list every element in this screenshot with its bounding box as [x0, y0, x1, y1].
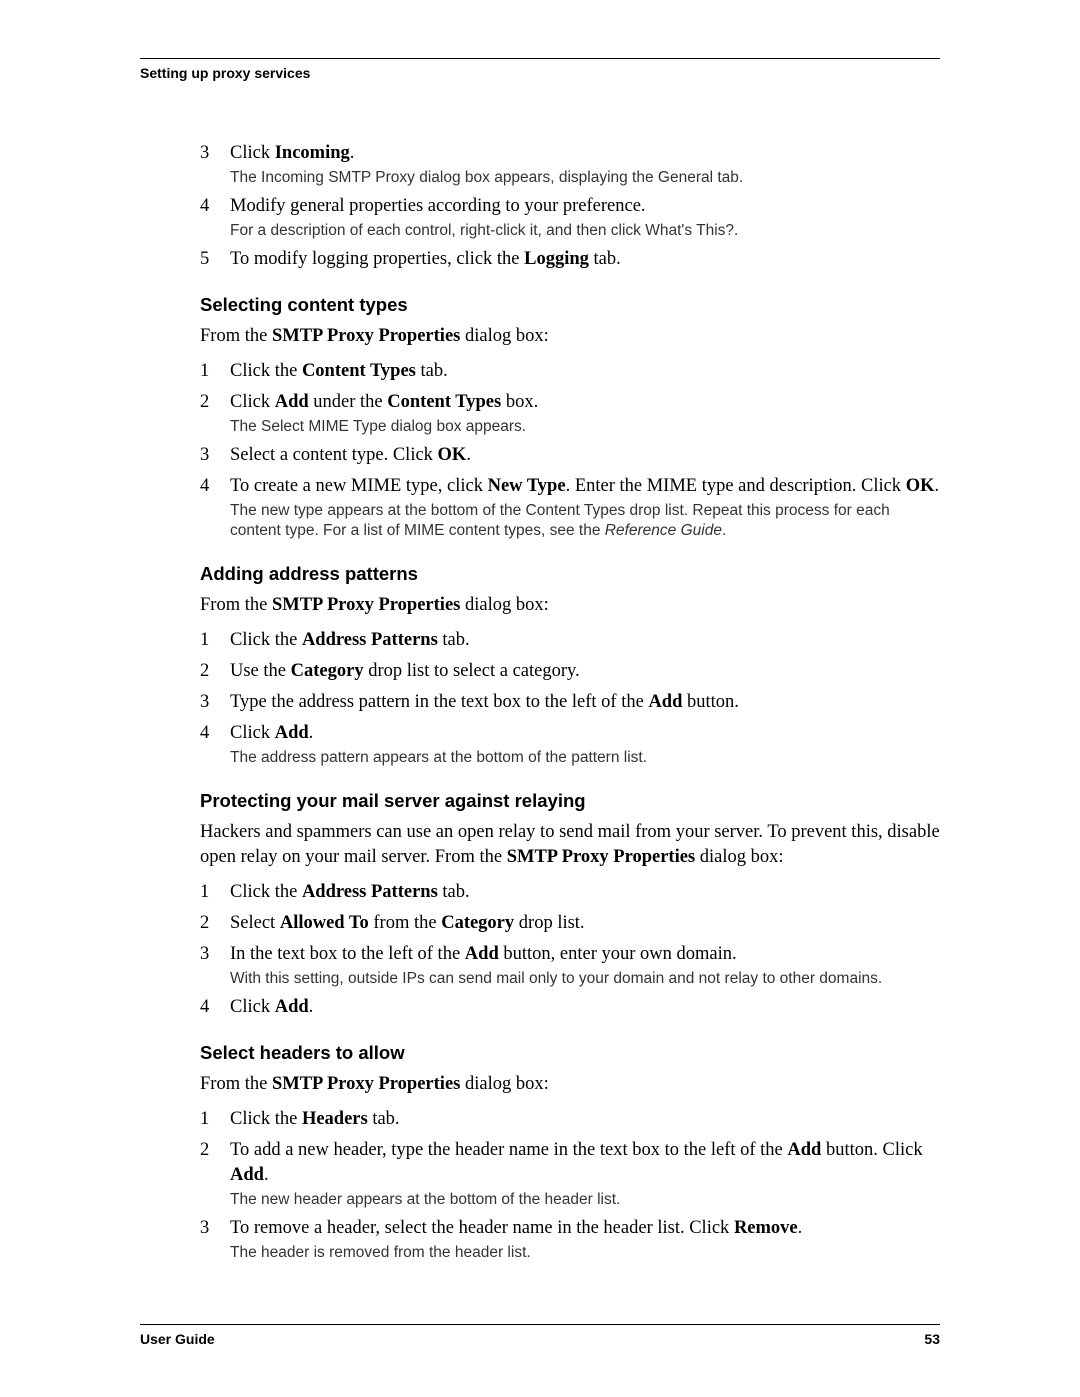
step-number: 3	[200, 942, 230, 989]
section-steps: 1Click the Headers tab.2To add a new hea…	[200, 1107, 940, 1263]
section-lead: From the SMTP Proxy Properties dialog bo…	[200, 1072, 940, 1097]
top-rule	[140, 58, 940, 59]
step-number: 1	[200, 628, 230, 653]
step-item: 3Select a content type. Click OK.	[200, 443, 940, 468]
step-item: 1Click the Address Patterns tab.	[200, 880, 940, 905]
step-body: Click Incoming.The Incoming SMTP Proxy d…	[230, 141, 940, 188]
step-result: With this setting, outside IPs can send …	[230, 969, 940, 989]
step-number: 2	[200, 1138, 230, 1210]
step-item: 3To remove a header, select the header n…	[200, 1216, 940, 1263]
step-body: Modify general properties according to y…	[230, 194, 940, 241]
step-body: Use the Category drop list to select a c…	[230, 659, 940, 684]
step-body: Select Allowed To from the Category drop…	[230, 911, 940, 936]
step-result: The Incoming SMTP Proxy dialog box appea…	[230, 168, 940, 188]
footer-row: User Guide 53	[140, 1331, 940, 1347]
step-body: In the text box to the left of the Add b…	[230, 942, 940, 989]
step-result: For a description of each control, right…	[230, 221, 940, 241]
step-number: 2	[200, 659, 230, 684]
step-number: 2	[200, 911, 230, 936]
step-number: 4	[200, 194, 230, 241]
step-number: 4	[200, 721, 230, 768]
section-steps: 1Click the Address Patterns tab.2Use the…	[200, 628, 940, 768]
step-body: Click the Address Patterns tab.	[230, 628, 940, 653]
step-body: To remove a header, select the header na…	[230, 1216, 940, 1263]
step-number: 3	[200, 141, 230, 188]
step-item: 2Use the Category drop list to select a …	[200, 659, 940, 684]
section-lead: Hackers and spammers can use an open rel…	[200, 820, 940, 870]
step-item: 1Click the Address Patterns tab.	[200, 628, 940, 653]
step-item: 2Select Allowed To from the Category dro…	[200, 911, 940, 936]
page: Setting up proxy services 3Click Incomin…	[0, 0, 1080, 1397]
step-result: The Select MIME Type dialog box appears.	[230, 417, 940, 437]
footer-left: User Guide	[140, 1331, 215, 1347]
content-area: 3Click Incoming.The Incoming SMTP Proxy …	[200, 141, 940, 1264]
step-result: The new header appears at the bottom of …	[230, 1190, 940, 1210]
step-body: Type the address pattern in the text box…	[230, 690, 940, 715]
section-steps: 1Click the Content Types tab.2Click Add …	[200, 359, 940, 541]
section-heading: Selecting content types	[200, 294, 940, 316]
step-number: 4	[200, 474, 230, 541]
footer: User Guide 53	[140, 1324, 940, 1347]
step-body: Click Add.The address pattern appears at…	[230, 721, 940, 768]
section-steps: 1Click the Address Patterns tab.2Select …	[200, 880, 940, 1020]
step-body: Click Add under the Content Types box.Th…	[230, 390, 940, 437]
sections-container: Selecting content types From the SMTP Pro…	[200, 294, 940, 1263]
step-item: 4Click Add.	[200, 995, 940, 1020]
step-item: 3In the text box to the left of the Add …	[200, 942, 940, 989]
step-item: 1Click the Headers tab.	[200, 1107, 940, 1132]
section-heading: Adding address patterns	[200, 563, 940, 585]
step-body: Click the Content Types tab.	[230, 359, 940, 384]
step-item: 3Type the address pattern in the text bo…	[200, 690, 940, 715]
step-number: 3	[200, 443, 230, 468]
step-number: 1	[200, 359, 230, 384]
step-number: 5	[200, 247, 230, 272]
step-item: 2To add a new header, type the header na…	[200, 1138, 940, 1210]
step-item: 4Click Add.The address pattern appears a…	[200, 721, 940, 768]
running-header: Setting up proxy services	[140, 65, 940, 81]
step-number: 1	[200, 880, 230, 905]
section-heading: Protecting your mail server against rela…	[200, 790, 940, 812]
step-result: The new type appears at the bottom of th…	[230, 501, 940, 541]
step-item: 4Modify general properties according to …	[200, 194, 940, 241]
step-number: 2	[200, 390, 230, 437]
step-body: To add a new header, type the header nam…	[230, 1138, 940, 1210]
step-result: The header is removed from the header li…	[230, 1243, 940, 1263]
step-number: 3	[200, 690, 230, 715]
step-body: To create a new MIME type, click New Typ…	[230, 474, 940, 541]
step-body: Click Add.	[230, 995, 940, 1020]
step-body: Click the Headers tab.	[230, 1107, 940, 1132]
step-item: 3Click Incoming.The Incoming SMTP Proxy …	[200, 141, 940, 188]
step-item: 1Click the Content Types tab.	[200, 359, 940, 384]
footer-page-number: 53	[924, 1331, 940, 1347]
intro-steps: 3Click Incoming.The Incoming SMTP Proxy …	[200, 141, 940, 272]
step-result: The address pattern appears at the botto…	[230, 748, 940, 768]
section-lead: From the SMTP Proxy Properties dialog bo…	[200, 593, 940, 618]
section-lead: From the SMTP Proxy Properties dialog bo…	[200, 324, 940, 349]
step-number: 1	[200, 1107, 230, 1132]
section-heading: Select headers to allow	[200, 1042, 940, 1064]
step-item: 4To create a new MIME type, click New Ty…	[200, 474, 940, 541]
footer-rule	[140, 1324, 940, 1325]
step-body: Select a content type. Click OK.	[230, 443, 940, 468]
step-number: 4	[200, 995, 230, 1020]
step-item: 2Click Add under the Content Types box.T…	[200, 390, 940, 437]
step-item: 5To modify logging properties, click the…	[200, 247, 940, 272]
step-number: 3	[200, 1216, 230, 1263]
step-body: To modify logging properties, click the …	[230, 247, 940, 272]
step-body: Click the Address Patterns tab.	[230, 880, 940, 905]
